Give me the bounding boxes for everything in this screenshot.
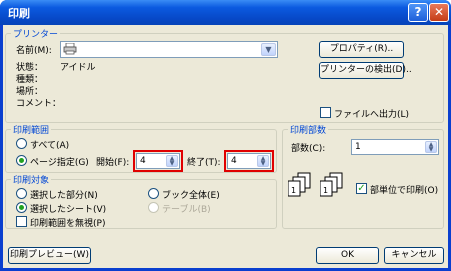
- target-selection-label[interactable]: 選択した部分(N): [30, 188, 98, 201]
- comment-label: コメント：: [16, 99, 62, 109]
- from-page-value: 4: [140, 156, 146, 166]
- range-all-label[interactable]: すべて(A): [30, 138, 69, 151]
- collate-pages-icon: 1: [320, 172, 343, 197]
- ok-button[interactable]: OK: [316, 247, 379, 264]
- print-preview-button[interactable]: 印刷プレビュー(W): [8, 247, 91, 264]
- print-target-group: 印刷対象 選択した部分(N) 選択したシート(V) 印刷範囲を無視(P) ブック…: [5, 173, 277, 229]
- target-workbook-label[interactable]: ブック全体(E): [162, 188, 220, 201]
- target-selection-radio[interactable]: [16, 188, 27, 199]
- target-active-sheet-label[interactable]: 選択したシート(V): [30, 202, 106, 215]
- printer-name-dropdown[interactable]: ▼: [60, 41, 278, 58]
- target-table-label: テーブル(B): [162, 205, 211, 215]
- range-all-radio[interactable]: [16, 138, 27, 149]
- ignore-print-area-checkbox[interactable]: [16, 216, 27, 227]
- copies-count-input[interactable]: 1 ▲ ▼: [351, 139, 439, 155]
- copies-group: 印刷部数 部数(C): 1 ▲ ▼ 1 1 ✓ 部単位で印刷(O): [282, 123, 444, 229]
- copies-count-label: 部数(C):: [291, 144, 326, 154]
- range-pages-radio[interactable]: [16, 155, 27, 166]
- spinner-icon[interactable]: ▲ ▼: [425, 141, 437, 153]
- from-page-input[interactable]: 4 ▲ ▼: [136, 153, 180, 169]
- collate-checkbox[interactable]: ✓: [356, 183, 367, 194]
- help-button[interactable]: ?: [408, 3, 428, 22]
- to-page-input[interactable]: 4 ▲ ▼: [227, 153, 271, 169]
- collate-pages-icon: 1: [288, 172, 311, 197]
- print-range-title: 印刷範囲: [11, 123, 52, 136]
- title-bar[interactable]: 印刷 ? ✕: [0, 0, 451, 25]
- from-label: 開始(F):: [96, 158, 130, 168]
- collate-label[interactable]: 部単位で印刷(O): [370, 183, 438, 196]
- status-value: アイドル: [60, 63, 96, 73]
- print-to-file-label[interactable]: ファイルへ出力(L): [334, 107, 409, 120]
- print-to-file-checkbox[interactable]: [320, 107, 331, 118]
- printer-group-title: プリンター: [11, 27, 61, 40]
- dialog-body: プリンター 名前(M): ▼ プロパティ(R).. プリンターの検出(D).. …: [3, 25, 448, 268]
- spinner-icon[interactable]: ▲ ▼: [166, 155, 178, 167]
- printer-group: プリンター 名前(M): ▼ プロパティ(R).. プリンターの検出(D).. …: [5, 27, 444, 123]
- ignore-print-area-label[interactable]: 印刷範囲を無視(P): [30, 216, 105, 229]
- target-active-sheet-radio[interactable]: [16, 202, 27, 213]
- find-printer-button[interactable]: プリンターの検出(D)..: [319, 62, 412, 79]
- cancel-button[interactable]: キャンセル: [384, 247, 444, 264]
- window-title: 印刷: [8, 7, 30, 20]
- printer-name-label: 名前(M):: [16, 46, 52, 56]
- spinner-icon[interactable]: ▲ ▼: [257, 155, 269, 167]
- properties-button[interactable]: プロパティ(R)..: [319, 41, 404, 58]
- print-range-group: 印刷範囲 すべて(A) ページ指定(G) 開始(F): 4 ▲ ▼ 終了(T): …: [5, 123, 277, 173]
- range-pages-label[interactable]: ページ指定(G): [30, 155, 89, 168]
- close-button[interactable]: ✕: [429, 3, 449, 22]
- chevron-down-icon[interactable]: ▼: [261, 43, 276, 56]
- print-target-title: 印刷対象: [11, 173, 52, 186]
- target-workbook-radio[interactable]: [148, 188, 159, 199]
- print-dialog: 印刷 ? ✕ プリンター 名前(M): ▼ プロパティ(R).. プリンターの検…: [0, 0, 451, 271]
- svg-text:1: 1: [291, 186, 296, 195]
- copies-group-title: 印刷部数: [288, 123, 329, 136]
- svg-text:1: 1: [323, 186, 328, 195]
- printer-icon: [63, 43, 77, 55]
- to-page-value: 4: [231, 156, 237, 166]
- copies-count-value: 1: [355, 142, 361, 152]
- target-table-radio: [148, 202, 159, 213]
- to-label: 終了(T):: [187, 158, 221, 168]
